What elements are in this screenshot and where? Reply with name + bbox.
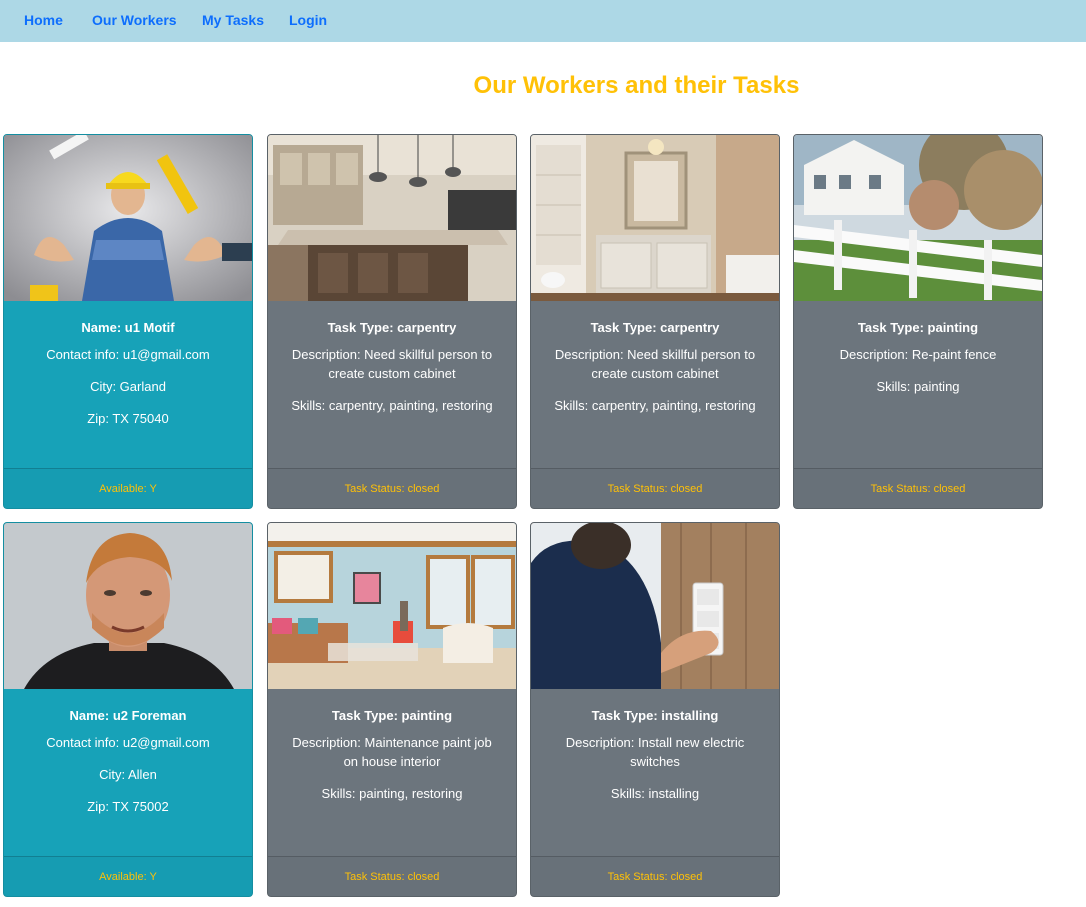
- light-switch-photo-icon: [531, 523, 779, 689]
- worker-name: Name: u2 Foreman: [69, 708, 187, 723]
- worker-photo: [4, 135, 252, 301]
- worker-card: Name: u2 Foreman Contact info: u2@gmail.…: [3, 522, 253, 897]
- task-skills: Skills: carpentry, painting, restoring: [291, 398, 493, 413]
- man-portrait-photo-icon: [4, 523, 252, 689]
- living-room-photo-icon: [268, 523, 516, 689]
- task-description: Description: Need skillful person to cre…: [554, 347, 756, 381]
- task-photo: [268, 523, 516, 689]
- worker-zip: Zip: TX 75002: [87, 799, 169, 814]
- task-description: Description: Re-paint fence: [839, 347, 997, 362]
- task-card-body: Task Type: painting Description: Mainten…: [268, 689, 516, 856]
- task-skills: Skills: installing: [610, 786, 700, 801]
- task-card-body: Task Type: carpentry Description: Need s…: [268, 301, 516, 468]
- kitchen-photo-icon: [268, 135, 516, 301]
- nav-login-link[interactable]: Login: [289, 12, 327, 28]
- task-photo: [268, 135, 516, 301]
- task-card: Task Type: painting Description: Mainten…: [267, 522, 517, 897]
- task-card: Task Type: carpentry Description: Need s…: [267, 134, 517, 509]
- navbar: Home Our Workers My Tasks Login: [0, 0, 1086, 42]
- worker-card: Name: u1 Motif Contact info: u1@gmail.co…: [3, 134, 253, 509]
- task-description: Description: Maintenance paint job on ho…: [292, 735, 492, 769]
- task-status: Task Status: closed: [531, 856, 779, 896]
- worker-contact: Contact info: u2@gmail.com: [46, 735, 210, 750]
- task-description: Description: Need skillful person to cre…: [291, 347, 493, 381]
- task-skills: Skills: carpentry, painting, restoring: [554, 398, 756, 413]
- nav-home-link[interactable]: Home: [24, 12, 63, 28]
- task-status: Task Status: closed: [794, 468, 1042, 508]
- bathroom-photo-icon: [531, 135, 779, 301]
- worker-availability: Available: Y: [4, 468, 252, 508]
- worker-name: Name: u1 Motif: [81, 320, 175, 335]
- task-status: Task Status: closed: [268, 468, 516, 508]
- task-type: Task Type: painting: [331, 708, 453, 723]
- task-card: Task Type: carpentry Description: Need s…: [530, 134, 780, 509]
- task-card-body: Task Type: painting Description: Re-pain…: [794, 301, 1042, 468]
- worker-contact: Contact info: u1@gmail.com: [46, 347, 210, 362]
- page-title: Our Workers and their Tasks: [473, 72, 800, 99]
- task-card-body: Task Type: carpentry Description: Need s…: [531, 301, 779, 468]
- task-photo: [531, 523, 779, 689]
- task-description: Description: Install new electric switch…: [565, 735, 745, 769]
- nav-our-workers-link[interactable]: Our Workers: [92, 12, 177, 28]
- worker-availability: Available: Y: [4, 856, 252, 896]
- worker-city: City: Allen: [99, 767, 157, 782]
- task-type: Task Type: painting: [857, 320, 979, 335]
- task-status: Task Status: closed: [268, 856, 516, 896]
- task-photo: [531, 135, 779, 301]
- worker-card-body: Name: u1 Motif Contact info: u1@gmail.co…: [4, 301, 252, 468]
- task-photo: [794, 135, 1042, 301]
- task-type: Task Type: carpentry: [590, 320, 720, 335]
- task-skills: Skills: painting: [876, 379, 960, 394]
- task-card: Task Type: painting Description: Re-pain…: [793, 134, 1043, 509]
- worker-city: City: Garland: [90, 379, 166, 394]
- fence-photo-icon: [794, 135, 1042, 301]
- nav-my-tasks-link[interactable]: My Tasks: [202, 12, 264, 28]
- worker-zip: Zip: TX 75040: [87, 411, 169, 426]
- worker-card-body: Name: u2 Foreman Contact info: u2@gmail.…: [4, 689, 252, 856]
- task-status: Task Status: closed: [531, 468, 779, 508]
- worker-photo: [4, 523, 252, 689]
- task-card-body: Task Type: installing Description: Insta…: [531, 689, 779, 856]
- task-type: Task Type: carpentry: [327, 320, 457, 335]
- task-card: Task Type: installing Description: Insta…: [530, 522, 780, 897]
- task-type: Task Type: installing: [591, 708, 719, 723]
- task-skills: Skills: painting, restoring: [321, 786, 463, 801]
- handyman-photo-icon: [4, 135, 252, 301]
